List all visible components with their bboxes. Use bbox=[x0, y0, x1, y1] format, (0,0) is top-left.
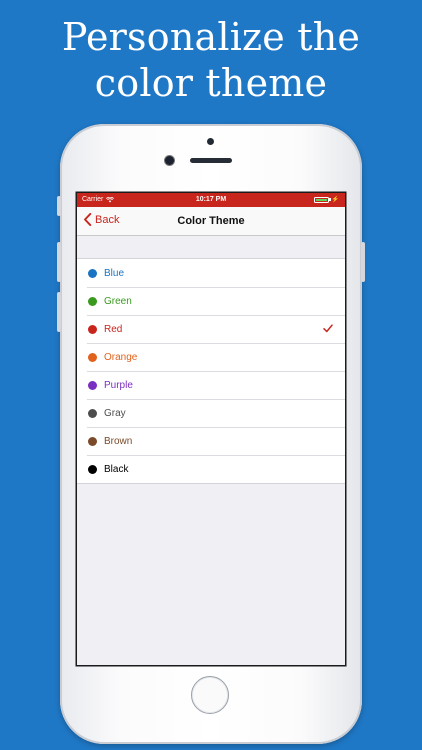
status-time: 10:17 PM bbox=[195, 196, 227, 203]
navigation-bar: Back Color Theme bbox=[77, 207, 345, 236]
theme-option-label: Blue bbox=[104, 267, 125, 279]
theme-option-label: Brown bbox=[104, 435, 133, 447]
color-swatch-icon bbox=[88, 352, 97, 362]
charging-bolt-icon: ⚡ bbox=[331, 197, 339, 203]
headline-line-2: color theme bbox=[94, 61, 328, 105]
theme-option-label: Green bbox=[104, 295, 132, 307]
front-camera bbox=[165, 156, 174, 165]
color-theme-list: Blue Green Red Orange Purple Gray Brown Black bbox=[77, 258, 345, 484]
theme-option-blue[interactable]: Blue bbox=[77, 259, 345, 287]
theme-option-purple[interactable]: Purple bbox=[77, 371, 345, 399]
volume-up-button bbox=[57, 242, 61, 282]
theme-option-gray[interactable]: Gray bbox=[77, 399, 345, 427]
theme-option-black[interactable]: Black bbox=[77, 455, 345, 483]
phone-frame: Carrier 10:17 PM ⚡ Back Color Theme Blue… bbox=[57, 124, 365, 744]
status-bar: Carrier 10:17 PM ⚡ bbox=[77, 193, 345, 207]
theme-option-label: Gray bbox=[104, 407, 126, 419]
color-swatch-icon bbox=[88, 296, 97, 306]
headline-line-1: Personalize the bbox=[61, 15, 361, 59]
theme-option-label: Black bbox=[104, 463, 129, 475]
color-swatch-icon bbox=[88, 408, 97, 418]
volume-down-button bbox=[57, 292, 61, 332]
theme-option-brown[interactable]: Brown bbox=[77, 427, 345, 455]
checkmark-icon bbox=[323, 324, 333, 333]
color-swatch-icon bbox=[88, 380, 97, 390]
theme-option-label: Orange bbox=[104, 351, 138, 363]
theme-option-label: Red bbox=[104, 323, 123, 335]
theme-option-green[interactable]: Green bbox=[77, 287, 345, 315]
color-swatch-icon bbox=[88, 268, 97, 278]
power-button bbox=[361, 242, 365, 282]
theme-option-red[interactable]: Red bbox=[77, 315, 345, 343]
theme-option-label: Purple bbox=[104, 379, 133, 391]
home-button[interactable] bbox=[191, 676, 229, 714]
earpiece-speaker bbox=[190, 158, 232, 163]
color-swatch-icon bbox=[88, 324, 97, 334]
mute-switch bbox=[57, 196, 61, 216]
color-swatch-icon bbox=[88, 436, 97, 446]
color-swatch-icon bbox=[88, 464, 97, 474]
theme-option-orange[interactable]: Orange bbox=[77, 343, 345, 371]
phone-screen: Carrier 10:17 PM ⚡ Back Color Theme Blue… bbox=[77, 193, 345, 665]
page-title: Color Theme bbox=[177, 215, 245, 227]
marketing-headline: Personalize the color theme bbox=[0, 14, 422, 106]
proximity-sensor bbox=[207, 138, 214, 145]
battery-icon: ⚡ bbox=[313, 196, 339, 203]
